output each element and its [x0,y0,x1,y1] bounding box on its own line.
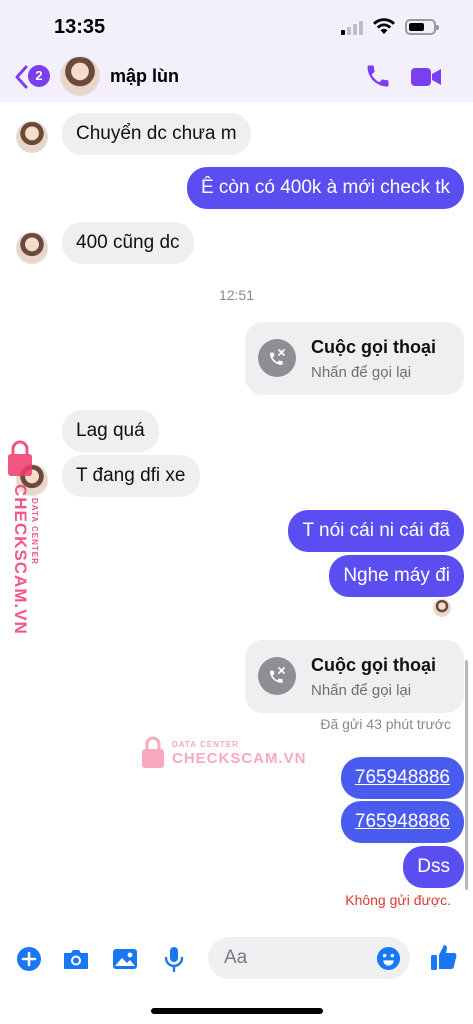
incoming-message[interactable]: T đang dfi xe [62,455,200,497]
sent-status: Đã gửi 43 phút trước [320,716,451,732]
incoming-message[interactable]: Chuyển dc chưa m [62,113,251,155]
image-icon[interactable] [110,944,140,974]
watermark-brand: CHECKSCAM.VN [11,484,30,635]
watermark-tag: DATA CENTER [172,740,239,749]
emoji-icon[interactable] [376,946,401,971]
message-input-box[interactable] [208,937,410,979]
incoming-message[interactable]: Lag quá [62,410,159,452]
battery-icon [405,19,439,35]
incoming-message[interactable]: 400 cũng dc [62,222,194,264]
watermark-side: CHECKSCAM.VN DATA CENTER [4,440,44,640]
camera-icon[interactable] [61,944,91,974]
contact-avatar[interactable] [60,56,100,96]
contact-name[interactable]: mập lùn [110,66,179,87]
watermark-center: DATA CENTER CHECKSCAM.VN [140,736,306,772]
missed-call-icon [258,339,296,377]
cellular-signal-icon [341,21,367,35]
outgoing-message-link[interactable]: 765948886 [340,801,464,843]
status-time: 13:35 [54,16,106,38]
call-subtitle: Nhấn để gọi lại [311,364,412,381]
wifi-icon [373,18,395,34]
outgoing-message[interactable]: Nghe máy đi [329,555,464,597]
plus-icon[interactable] [14,944,44,974]
back-chevron-icon [15,65,28,89]
thumbs-up-icon[interactable] [428,941,460,973]
microphone-icon[interactable] [159,944,189,974]
unread-badge: 2 [28,65,50,87]
voice-call-card[interactable]: Cuộc gọi thoại Nhấn để gọi lại [245,640,464,713]
lock-icon [142,736,164,768]
scrollbar[interactable] [465,660,468,890]
missed-call-icon [258,657,296,695]
message-input[interactable] [224,945,364,971]
outgoing-message[interactable]: Ê còn có 400k à mới check tk [186,167,464,209]
call-title: Cuộc gọi thoại [311,337,436,357]
outgoing-message-link[interactable]: 765948886 [340,757,464,799]
outgoing-message[interactable]: T nói cái ni cái đã [288,510,464,552]
message-timestamp: 12:51 [218,287,255,303]
chat-header: 2 mập lùn [0,52,473,102]
outgoing-message[interactable]: Dss [403,846,464,888]
contact-avatar-small [16,121,48,153]
phone-icon[interactable] [364,62,392,90]
home-indicator[interactable] [151,1008,323,1014]
watermark-brand: CHECKSCAM.VN [172,750,307,767]
back-button[interactable]: 2 [12,62,52,92]
call-title: Cuộc gọi thoại [311,655,436,675]
video-camera-icon[interactable] [410,64,442,90]
read-receipt-avatar [433,599,451,617]
watermark-tag: DATA CENTER [30,498,39,565]
voice-call-card[interactable]: Cuộc gọi thoại Nhấn để gọi lại [245,322,464,395]
status-bar: 13:35 [0,0,473,52]
send-error[interactable]: Không gửi được. [345,892,451,908]
contact-avatar-small [16,232,48,264]
call-subtitle: Nhấn để gọi lại [311,682,412,699]
